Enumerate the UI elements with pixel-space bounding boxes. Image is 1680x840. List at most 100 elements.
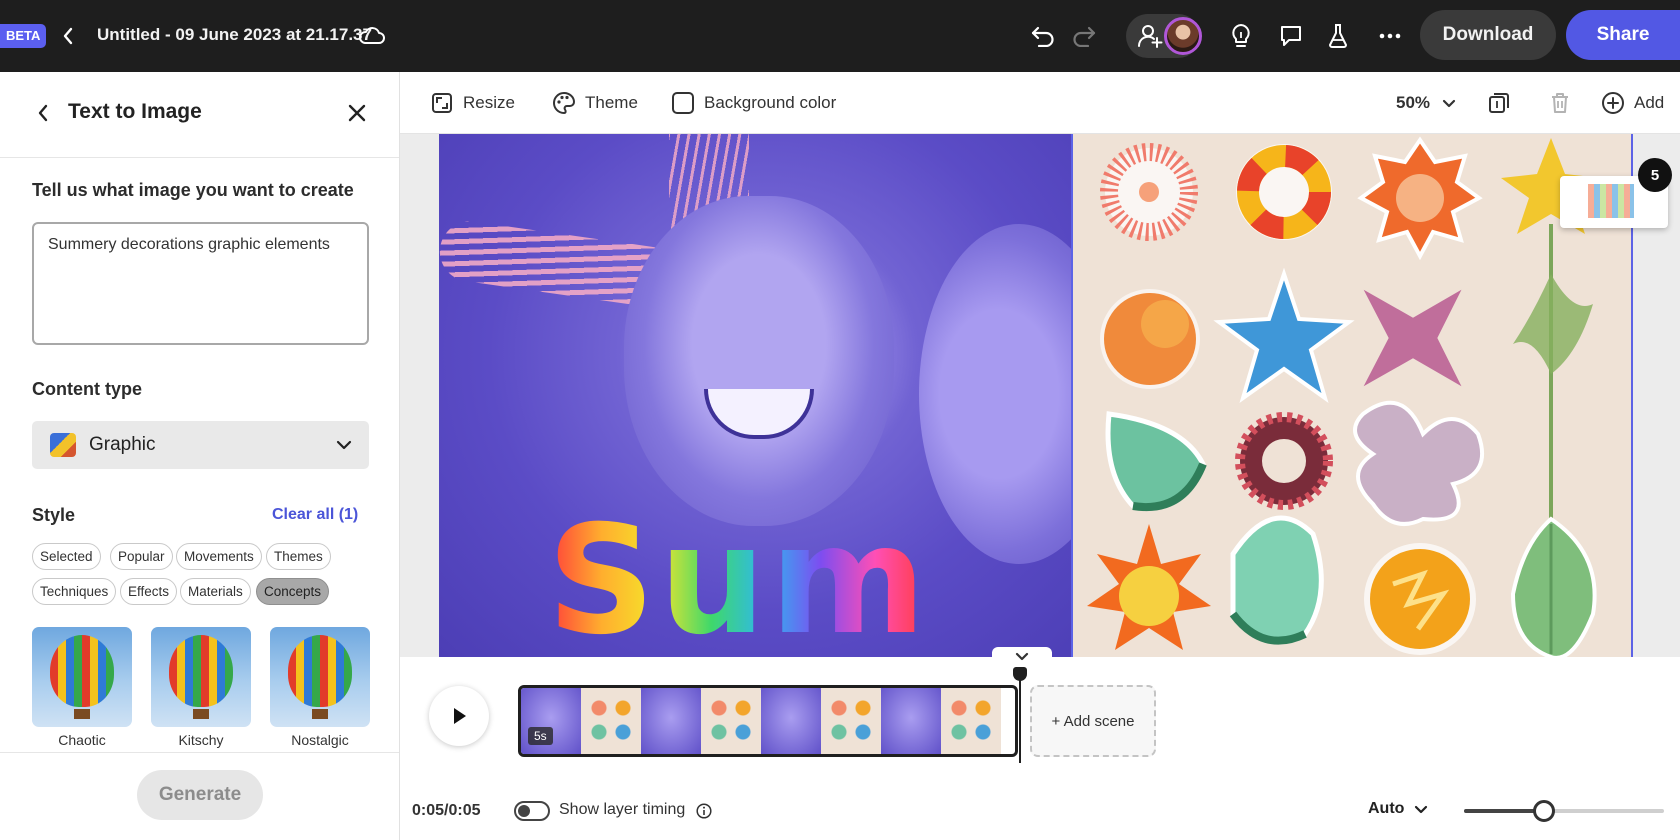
chip-techniques[interactable]: Techniques	[32, 578, 117, 605]
auto-label: Auto	[1368, 800, 1405, 817]
sticker-coral-ring	[1235, 412, 1333, 510]
invite-button[interactable]	[1132, 18, 1168, 54]
chip-concepts[interactable]: Concepts	[256, 578, 330, 605]
chip-effects[interactable]: Effects	[120, 578, 178, 605]
add-button[interactable]: Add	[1600, 90, 1664, 116]
scene-frame	[581, 688, 641, 754]
chevron-left-icon	[38, 104, 48, 122]
palette-icon	[551, 90, 577, 116]
generate-button[interactable]: Generate	[137, 770, 263, 820]
resize-label: Resize	[463, 93, 515, 112]
info-icon[interactable]	[694, 801, 714, 821]
page-mini-thumb	[1588, 184, 1634, 218]
more-options-button[interactable]	[1372, 18, 1408, 54]
sticker-life-ring	[1236, 144, 1332, 240]
comment-icon	[1281, 26, 1301, 46]
canvas-area[interactable]: Sum 5	[400, 134, 1680, 657]
beta-badge: BETA	[0, 24, 47, 48]
sticker-green-leaf	[1510, 516, 1597, 657]
sticker-pink-burst	[1100, 143, 1198, 241]
undo-button[interactable]	[1025, 18, 1061, 54]
content-type-label: Content type	[32, 379, 142, 399]
add-scene-button[interactable]: + Add scene	[1030, 685, 1156, 757]
top-bar: BETA Untitled - 09 June 2023 at 21.17.37…	[0, 0, 1680, 72]
chevron-down-icon	[334, 434, 354, 456]
trash-icon	[1552, 93, 1568, 113]
content-type-select[interactable]: Graphic	[32, 421, 369, 469]
timeline-collapse-button[interactable]	[992, 647, 1052, 665]
style-label: Style	[32, 505, 76, 525]
style-thumb-chaotic[interactable]	[32, 627, 132, 727]
sticker-melon-slice-2	[1229, 515, 1324, 645]
sticker-pink-starfish	[1356, 282, 1469, 394]
scene-duration: 5s	[528, 727, 553, 745]
playhead[interactable]	[1013, 667, 1027, 763]
sticker-blue-starfish	[1213, 267, 1355, 403]
portrait-left	[624, 196, 894, 526]
scene-frame	[701, 688, 761, 754]
chevron-down-icon	[1015, 652, 1029, 660]
chip-popular[interactable]: Popular	[110, 543, 173, 570]
sticker-orange-sun	[1357, 136, 1483, 261]
zoom-select[interactable]: 50%	[1396, 90, 1456, 116]
panel-close-button[interactable]	[344, 98, 370, 128]
timeline: 5s + Add scene 0:05/0:05 Show layer timi…	[400, 647, 1680, 840]
comments-button[interactable]	[1273, 18, 1309, 54]
resize-icon	[429, 90, 455, 116]
chip-movements[interactable]: Movements	[176, 543, 262, 570]
timeline-zoom-slider[interactable]	[1464, 800, 1664, 822]
background-color-button[interactable]: Background color	[670, 90, 836, 116]
theme-button[interactable]: Theme	[551, 90, 638, 116]
play-button[interactable]	[429, 686, 489, 746]
panel-header: Text to Image	[0, 72, 399, 158]
scene-frame	[761, 688, 821, 754]
color-swatch-icon	[670, 90, 696, 116]
inspiration-button[interactable]	[1223, 18, 1259, 54]
chip-materials[interactable]: Materials	[180, 578, 251, 605]
slider-knob[interactable]	[1533, 800, 1555, 822]
sticker-plant	[1513, 274, 1593, 374]
sticker-orange-sphere	[1100, 289, 1200, 389]
play-icon	[454, 708, 466, 724]
sticker-grid	[1087, 136, 1601, 657]
layer-timing-toggle[interactable]	[514, 801, 550, 821]
collaborators	[1126, 14, 1202, 58]
clear-all-link[interactable]: Clear all (1)	[272, 506, 358, 524]
document-title[interactable]: Untitled - 09 June 2023 at 21.17.37	[97, 25, 372, 45]
labs-button[interactable]	[1320, 18, 1356, 54]
layer-timing-label: Show layer timing	[559, 801, 686, 818]
panel-back-button[interactable]	[32, 100, 54, 126]
download-button[interactable]: Download	[1420, 10, 1556, 60]
scene-strip[interactable]	[518, 685, 1018, 757]
close-icon	[348, 104, 366, 122]
delete-button[interactable]	[1546, 89, 1574, 117]
pages-button[interactable]	[1485, 89, 1513, 117]
add-user-icon	[1137, 25, 1163, 48]
page-count-badge[interactable]: 5	[1638, 158, 1672, 192]
share-button[interactable]: Share	[1566, 10, 1680, 60]
style-thumb-kitschy[interactable]	[151, 627, 251, 727]
redo-button[interactable]	[1066, 18, 1102, 54]
plus-circle-icon	[1600, 90, 1626, 116]
artboard-photo[interactable]: Sum	[439, 134, 1071, 657]
chip-selected[interactable]: Selected	[32, 543, 101, 570]
user-avatar[interactable]	[1164, 17, 1202, 55]
cloud-sync-button[interactable]	[356, 20, 388, 52]
style-thumb-nostalgic[interactable]	[270, 627, 370, 727]
headline-text[interactable]: Sum	[547, 506, 930, 656]
cloud-icon	[359, 27, 385, 44]
prompt-input[interactable]	[32, 222, 369, 345]
background-color-label: Background color	[704, 93, 837, 112]
artboard-stickers[interactable]	[1071, 134, 1633, 657]
timeline-zoom-select[interactable]: Auto	[1368, 800, 1428, 818]
resize-button[interactable]: Resize	[429, 90, 515, 116]
canvas-toolbar: Resize Theme Background color 50% Add	[400, 72, 1680, 134]
flask-icon	[1329, 24, 1347, 48]
scene-frame	[881, 688, 941, 754]
sticker-melon-slice	[1105, 411, 1207, 512]
chip-themes[interactable]: Themes	[266, 543, 331, 570]
back-button[interactable]	[58, 22, 78, 50]
lightbulb-icon	[1232, 24, 1250, 47]
portrait-right	[919, 224, 1071, 564]
chevron-left-icon	[63, 27, 73, 45]
